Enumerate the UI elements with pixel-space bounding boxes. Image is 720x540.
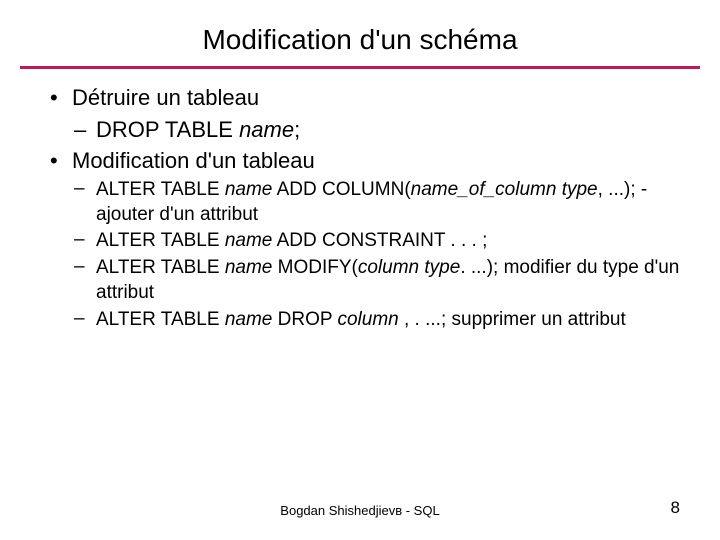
text: ALTER TABLE	[96, 179, 225, 200]
bullet-add-constraint: ALTER TABLE name ADD CONSTRAINT . . . ;	[50, 229, 690, 254]
text: ALTER TABLE	[96, 257, 225, 278]
text: DROP	[272, 309, 337, 330]
keyword-column: column	[337, 309, 398, 330]
slide-footer: Bogdan Shishedjievв - SQL 8	[0, 503, 720, 518]
text: DROP TABLE	[96, 117, 239, 142]
bullet-drop-column: ALTER TABLE name DROP column , . ...; su…	[50, 308, 690, 333]
bullet-add-column: ALTER TABLE name ADD COLUMN(name_of_colu…	[50, 178, 690, 227]
page-number: 8	[671, 498, 680, 518]
bullet-modify-column: ALTER TABLE name MODIFY(column type. ...…	[50, 256, 690, 305]
keyword-name: name	[225, 309, 273, 330]
bullet-destroy-table: Détruire un tableau	[50, 83, 690, 113]
slide-body: Détruire un tableau DROP TABLE name; Mod…	[0, 83, 720, 332]
keyword-name: name	[225, 257, 273, 278]
text: , . ...; supprimer un attribut	[399, 309, 626, 330]
keyword-name: name	[225, 179, 273, 200]
keyword-col-type: name_of_column type	[411, 179, 598, 200]
text: ALTER TABLE	[96, 309, 225, 330]
text: ADD CONSTRAINT . . . ;	[272, 230, 487, 251]
keyword-col-type: column type	[358, 257, 460, 278]
title-divider	[20, 66, 700, 69]
text: ADD COLUMN(	[272, 179, 410, 200]
text: MODIFY(	[272, 257, 358, 278]
bullet-modify-table: Modification d'un tableau	[50, 146, 690, 176]
keyword-name: name	[239, 117, 294, 142]
text: ;	[294, 117, 300, 142]
slide-title: Modification d'un schéma	[0, 0, 720, 66]
bullet-drop-table: DROP TABLE name;	[50, 115, 690, 145]
text: ALTER TABLE	[96, 230, 225, 251]
footer-author: Bogdan Shishedjievв - SQL	[0, 503, 720, 518]
keyword-name: name	[225, 230, 273, 251]
